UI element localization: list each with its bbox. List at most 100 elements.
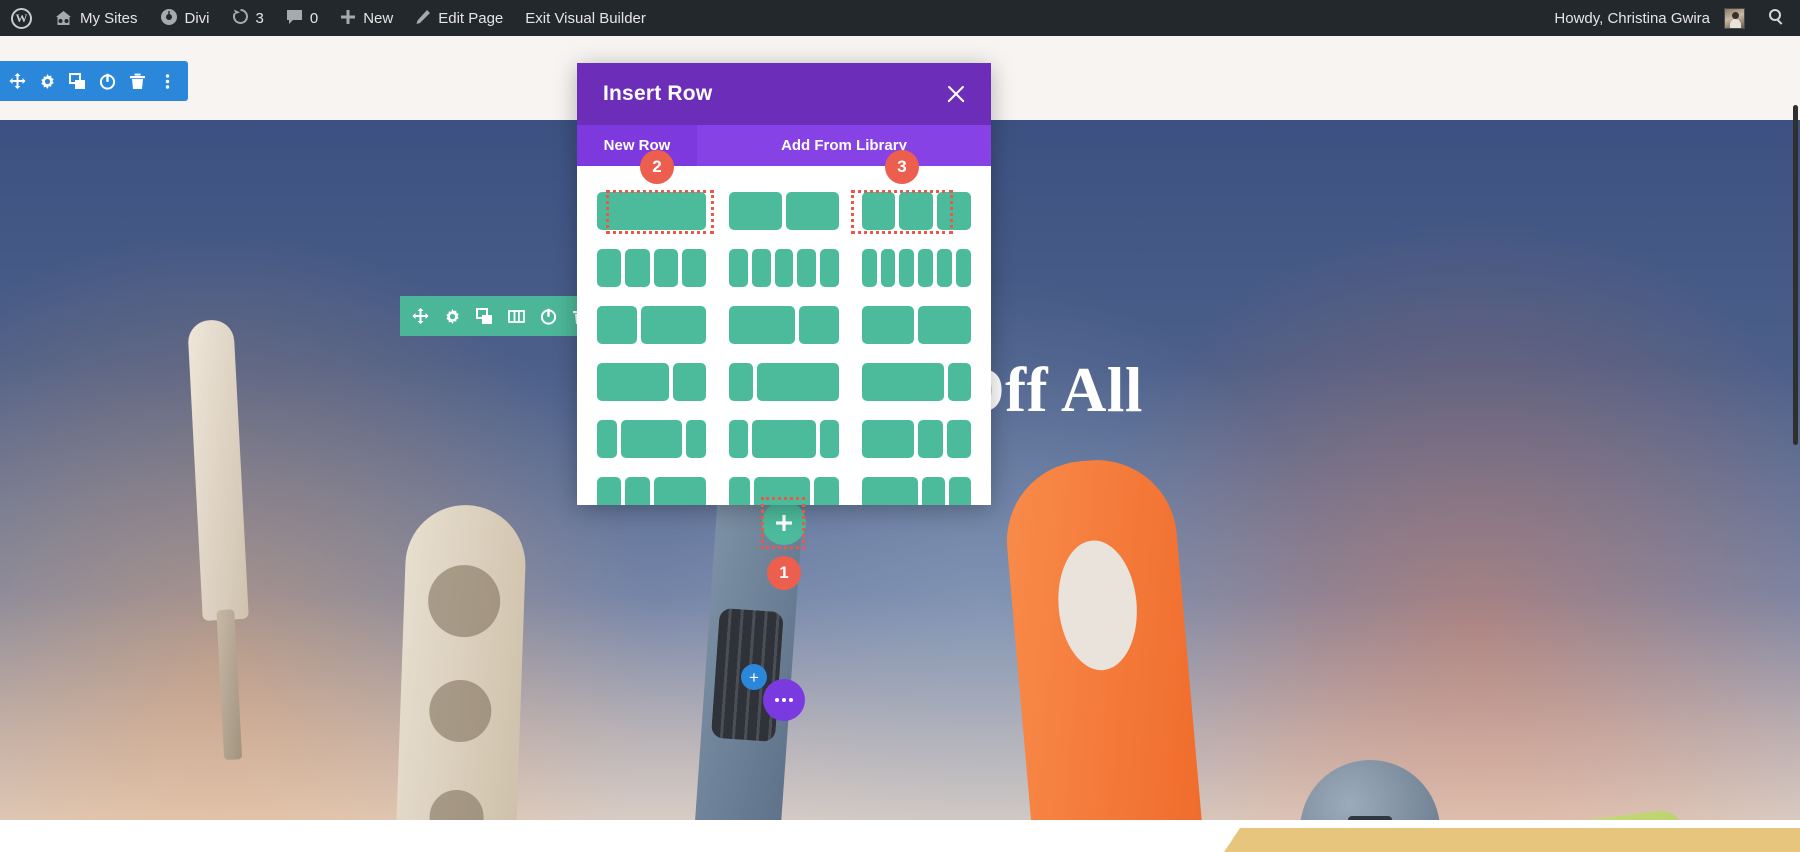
edit-page-menu[interactable]: Edit Page [404,0,514,36]
layout-column [729,249,748,287]
layout-column [918,306,971,344]
layout-option-1-column[interactable] [597,192,707,230]
layout-column [861,363,944,401]
modal-title: Insert Row [603,82,713,105]
modal-scrollbar[interactable] [1793,105,1798,445]
modal-tabs: New Row Add From Library [577,125,991,166]
updates-menu[interactable]: 3 [221,0,275,36]
layout-column [729,306,795,344]
layout-column [653,477,707,505]
layout-column [752,249,771,287]
layout-option-3-column-2-1-1-b[interactable] [861,477,971,505]
layout-column [729,192,782,230]
layout-option-3-column-1-2-1-alt[interactable] [729,420,839,458]
column-layout-grid [597,192,972,505]
search-icon [1768,8,1785,28]
layout-column [597,477,622,505]
layout-option-2-column-2-1-wide[interactable] [597,363,707,401]
comments-icon [286,9,303,28]
page-settings-button[interactable] [763,679,805,721]
layout-column [621,420,683,458]
layout-option-2-column-1-2[interactable] [597,306,707,344]
gear-icon[interactable] [436,296,468,336]
layout-option-3-column-1-1-2[interactable] [597,477,707,505]
layout-column [729,420,748,458]
updates-count: 3 [255,9,264,27]
gear-icon[interactable] [32,61,62,101]
layout-option-6-column-equal[interactable] [861,249,971,287]
layout-column [597,363,669,401]
layout-column [625,249,650,287]
row-toolbar[interactable] [400,296,600,336]
admin-bar-search[interactable] [1756,0,1800,36]
layout-option-2-column-2-1[interactable] [729,306,839,344]
annotation-badge-3: 3 [885,150,919,184]
layout-column [861,477,919,505]
modal-body [577,166,991,505]
layout-column [786,192,839,230]
layout-option-3-column-1-2-1[interactable] [597,420,707,458]
wp-admin-bar: My Sites Divi 3 0 [0,0,1800,36]
layout-column [729,477,750,505]
layout-option-4-column-equal[interactable] [597,249,707,287]
user-account-menu[interactable]: Howdy, Christina Gwira [1543,0,1756,36]
layout-column [861,420,915,458]
tab-add-from-library[interactable]: Add From Library [697,125,991,166]
decor-wood-plate [392,503,528,820]
duplicate-icon[interactable] [468,296,500,336]
layout-column [641,306,707,344]
layout-column [597,306,638,344]
layout-option-2-column-half-half[interactable] [861,306,971,344]
annotation-badge-1: 1 [767,556,801,590]
layout-column [899,192,934,230]
duplicate-icon[interactable] [62,61,92,101]
move-handle-icon[interactable] [404,296,436,336]
layout-option-3-column-equal[interactable] [861,192,971,230]
divi-menu[interactable]: Divi [149,0,221,36]
layout-option-5-column-equal[interactable] [729,249,839,287]
trash-icon[interactable] [122,61,152,101]
plus-icon [340,9,356,28]
exit-visual-builder-label: Exit Visual Builder [525,9,646,27]
layout-column [681,249,707,287]
layout-column [937,249,953,287]
add-row-button[interactable] [762,501,806,545]
insert-row-modal: Insert Row New Row Add From Library [577,63,991,505]
layout-column [880,249,896,287]
layout-column [672,363,707,401]
wp-logo-menu[interactable] [0,0,43,36]
my-sites-menu[interactable]: My Sites [43,0,149,36]
tab-new-row[interactable]: New Row [577,125,697,166]
layout-column [751,420,817,458]
more-options-icon[interactable] [152,61,182,101]
layout-option-3-column-1-2-1-b[interactable] [729,477,839,505]
new-label: New [363,9,394,27]
layout-column [753,477,811,505]
layout-option-2-column-1-3[interactable] [729,363,839,401]
screen: My Sites Divi 3 0 [0,0,1800,852]
new-content-menu[interactable]: New [329,0,404,36]
columns-icon[interactable] [500,296,532,336]
add-section-button[interactable]: + [741,664,767,690]
layout-column [820,249,839,287]
decor-hole [428,678,493,744]
layout-column [899,249,915,287]
power-icon[interactable] [532,296,564,336]
layout-column [774,249,794,287]
close-icon[interactable] [943,81,969,107]
ellipsis-dot [775,698,779,702]
layout-column [861,306,915,344]
power-icon[interactable] [92,61,122,101]
ellipsis-dot [789,698,793,702]
section-toolbar[interactable] [0,61,188,101]
layout-column [946,420,972,458]
layout-column [956,249,971,287]
comments-menu[interactable]: 0 [275,0,329,36]
layout-column [820,420,839,458]
layout-column [653,249,678,287]
exit-visual-builder-menu[interactable]: Exit Visual Builder [514,0,657,36]
move-handle-icon[interactable] [2,61,32,101]
layout-option-2-column-equal[interactable] [729,192,839,230]
layout-option-2-column-3-1[interactable] [861,363,971,401]
layout-option-3-column-2-1-1[interactable] [861,420,972,458]
